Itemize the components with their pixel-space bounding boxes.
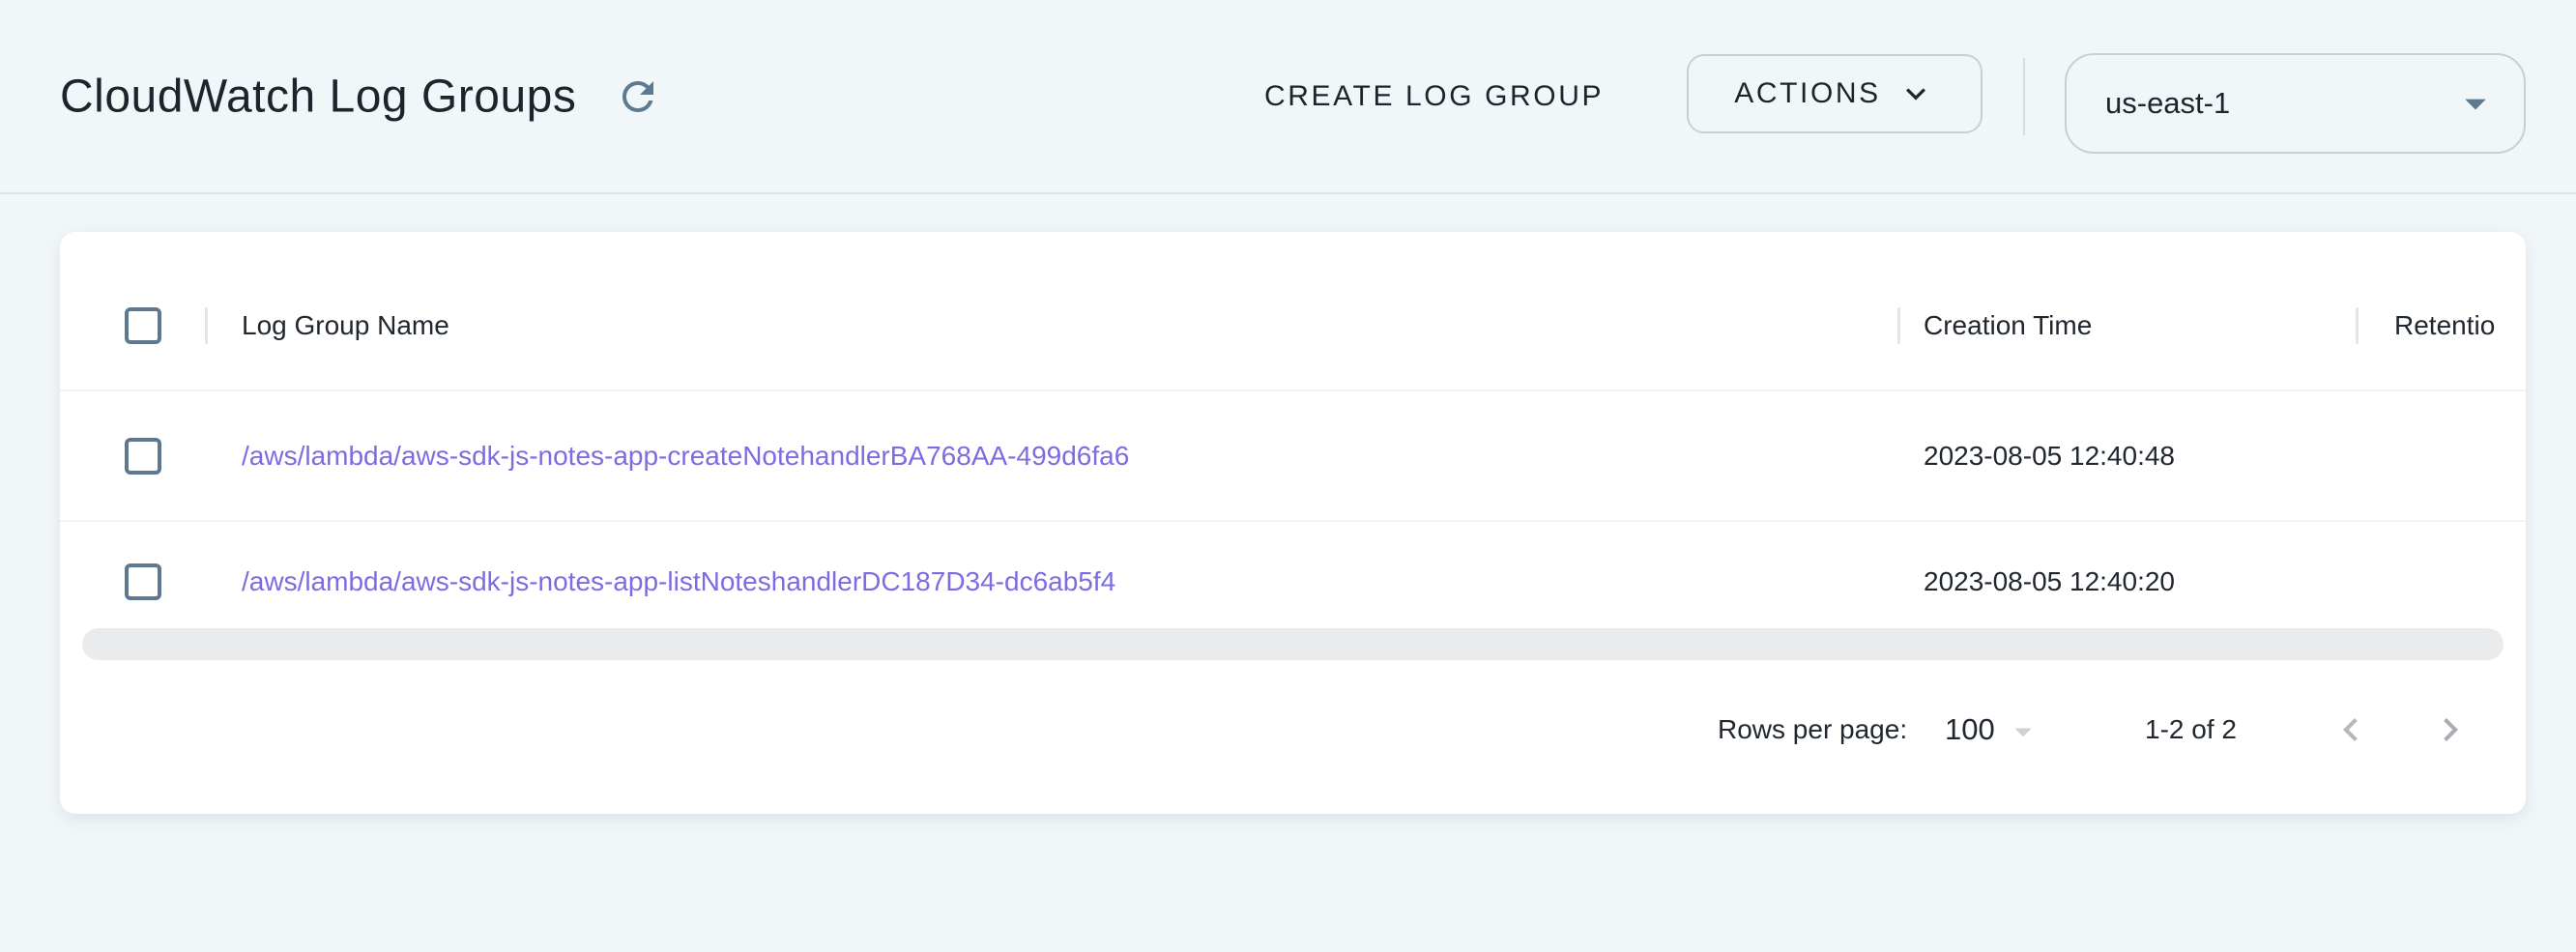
chevron-down-icon [1896, 74, 1935, 113]
column-divider [205, 307, 208, 344]
region-selector-value: us-east-1 [2105, 86, 2230, 121]
log-group-link[interactable]: /aws/lambda/aws-sdk-js-notes-app-listNot… [242, 566, 1115, 597]
chevron-right-icon [2427, 707, 2474, 753]
refresh-icon [615, 73, 661, 120]
column-divider [1897, 307, 1900, 344]
row-divider [60, 389, 2526, 391]
header-bar: CloudWatch Log Groups CREATE LOG GROUP A… [0, 0, 2576, 194]
refresh-button[interactable] [615, 73, 661, 120]
header-divider [2023, 58, 2025, 135]
next-page-button[interactable] [2427, 707, 2474, 753]
creation-time-cell: 2023-08-05 12:40:48 [1924, 441, 2175, 472]
column-header-retention: Retention [2394, 310, 2497, 341]
pagination-range: 1-2 of 2 [2145, 714, 2237, 745]
rows-per-page-select[interactable]: 100 [1945, 704, 2043, 756]
actions-button-label: ACTIONS [1734, 77, 1881, 110]
rows-per-page-value: 100 [1945, 712, 1995, 747]
column-divider [2356, 307, 2359, 344]
actions-button[interactable]: ACTIONS [1687, 54, 1983, 133]
horizontal-scrollbar-thumb[interactable] [82, 628, 2504, 660]
select-all-checkbox[interactable] [125, 307, 161, 344]
column-header-creation-time: Creation Time [1924, 310, 2092, 341]
arrow-drop-down-icon [2003, 711, 2043, 752]
log-group-link[interactable]: /aws/lambda/aws-sdk-js-notes-app-createN… [242, 441, 1129, 472]
arrow-drop-down-icon [2450, 78, 2501, 129]
row-checkbox[interactable] [125, 438, 161, 475]
log-groups-card: Log Group Name Creation Time Retention /… [60, 232, 2526, 814]
create-log-group-button[interactable]: CREATE LOG GROUP [1264, 80, 1604, 113]
creation-time-cell: 2023-08-05 12:40:20 [1924, 566, 2175, 597]
row-divider [60, 520, 2526, 522]
row-checkbox[interactable] [125, 563, 161, 600]
rows-per-page-label: Rows per page: [1718, 714, 1907, 745]
chevron-left-icon [2328, 707, 2374, 753]
cloudwatch-log-groups-page: CloudWatch Log Groups CREATE LOG GROUP A… [0, 0, 2576, 952]
page-title: CloudWatch Log Groups [60, 71, 576, 124]
column-header-log-group-name: Log Group Name [242, 310, 449, 341]
previous-page-button[interactable] [2328, 707, 2374, 753]
region-selector[interactable]: us-east-1 [2065, 53, 2526, 154]
